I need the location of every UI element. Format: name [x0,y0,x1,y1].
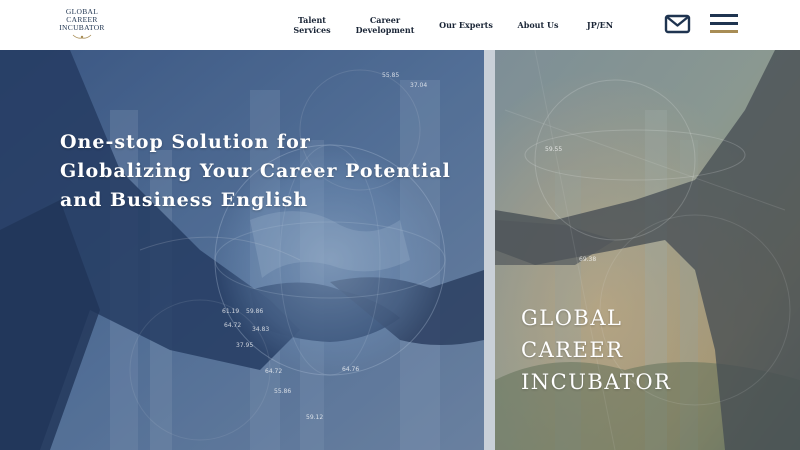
hud-number: 61.19 [222,308,240,315]
envelope-icon [664,14,691,34]
hud-number: 59.86 [246,308,264,315]
hud-number: 64.72 [224,322,242,329]
hud-number: 55.85 [382,72,400,79]
hero-brand-name: GLOBAL CAREER INCUBATOR [521,306,672,394]
hero-image-right: 59.55 69.38 GLOBAL CAREER INCUBATOR [495,50,800,450]
menu-bar-bottom [710,30,738,33]
hero-image-left: One-stop Solution for Globalizing Your C… [0,50,484,450]
menu-bar-middle [710,22,738,25]
nav-our-experts[interactable]: Our Experts [436,0,496,50]
nav-talent-services[interactable]: Talent Services [284,0,340,50]
handshake-globe-image [0,50,484,450]
panel-divider [484,50,495,450]
hero-section: One-stop Solution for Globalizing Your C… [0,50,800,450]
hud-number: 64.76 [342,366,360,373]
language-switch[interactable]: JP/EN [580,0,620,50]
hud-number: 34.83 [252,326,270,333]
hud-number: 59.12 [306,414,324,421]
menu-bar-top [710,14,738,17]
hamburger-menu-button[interactable] [710,12,740,36]
hero-headline: One-stop Solution for Globalizing Your C… [60,131,451,211]
contact-mail-button[interactable] [664,12,692,36]
hud-number: 69.38 [579,256,597,263]
site-header: GLOBAL CAREER INCUBATOR Talent Services … [0,0,800,50]
hud-number: 59.55 [545,146,563,153]
hud-number: 37.95 [236,342,254,349]
hud-number: 55.86 [274,388,292,395]
hud-number: 37.04 [410,82,428,89]
hud-number: 64.72 [265,368,283,375]
nav-career-development[interactable]: Career Development [352,0,418,50]
nav-about-us[interactable]: About Us [512,0,564,50]
